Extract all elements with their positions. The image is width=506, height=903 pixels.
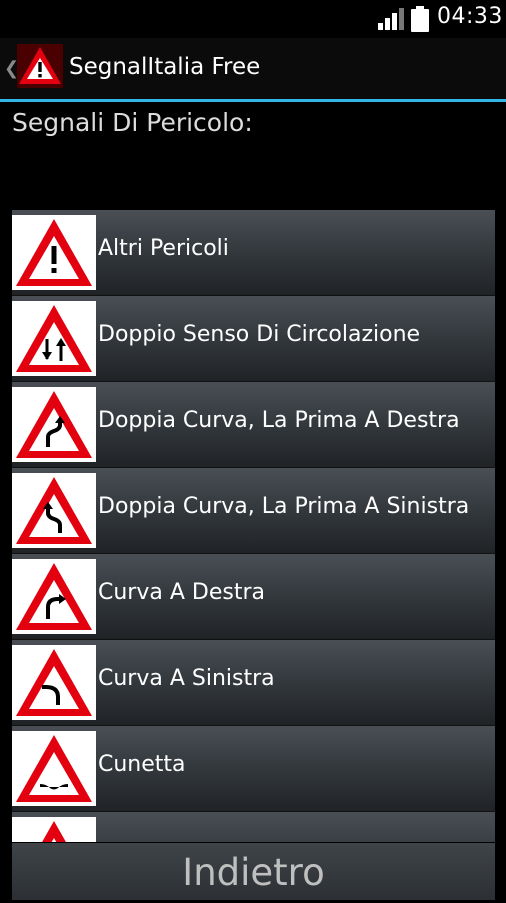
app-logo-icon[interactable]: [17, 44, 63, 88]
action-bar-divider: [0, 99, 506, 102]
list-item[interactable]: Cunetta: [12, 726, 495, 812]
section-title: Segnali Di Pericolo:: [12, 108, 253, 137]
curve-right-sign-icon: [12, 559, 96, 634]
back-button-label: Indietro: [182, 851, 325, 894]
list-item[interactable]: Doppia Curva, La Prima A Sinistra: [12, 468, 495, 554]
list-item-label: Curva A Destra: [98, 580, 265, 605]
back-button[interactable]: Indietro: [12, 843, 495, 900]
action-bar: ❮ SegnalItalia Free: [0, 38, 506, 100]
status-clock: 04:33: [437, 4, 503, 29]
sign-list[interactable]: Altri Pericoli Doppio Senso Di Circolazi…: [12, 210, 495, 842]
signal-strength-icon: [378, 8, 404, 30]
list-item[interactable]: Curva A Destra: [12, 554, 495, 640]
app-title: SegnalItalia Free: [69, 54, 261, 80]
list-item[interactable]: [12, 812, 495, 842]
list-item[interactable]: Doppia Curva, La Prima A Destra: [12, 382, 495, 468]
battery-icon: [411, 6, 429, 32]
dip-sign-icon: [12, 731, 96, 806]
list-item-label: Altri Pericoli: [98, 236, 229, 261]
curve-left-sign-icon: [12, 645, 96, 720]
list-item-label: Cunetta: [98, 752, 186, 777]
status-bar: 04:33: [0, 0, 506, 38]
list-item-label: Doppio Senso Di Circolazione: [98, 322, 421, 347]
list-item-label: Doppia Curva, La Prima A Destra: [98, 408, 460, 433]
double-curve-left-sign-icon: [12, 473, 96, 548]
list-item-label: Curva A Sinistra: [98, 666, 275, 691]
list-item-label: Doppia Curva, La Prima A Sinistra: [98, 494, 470, 519]
warning-sign-icon: [12, 817, 96, 842]
exclamation-sign-icon: [12, 215, 96, 290]
list-item[interactable]: Altri Pericoli: [12, 210, 495, 296]
two-way-traffic-sign-icon: [12, 301, 96, 376]
double-curve-right-sign-icon: [12, 387, 96, 462]
list-item[interactable]: Curva A Sinistra: [12, 640, 495, 726]
list-item[interactable]: Doppio Senso Di Circolazione: [12, 296, 495, 382]
